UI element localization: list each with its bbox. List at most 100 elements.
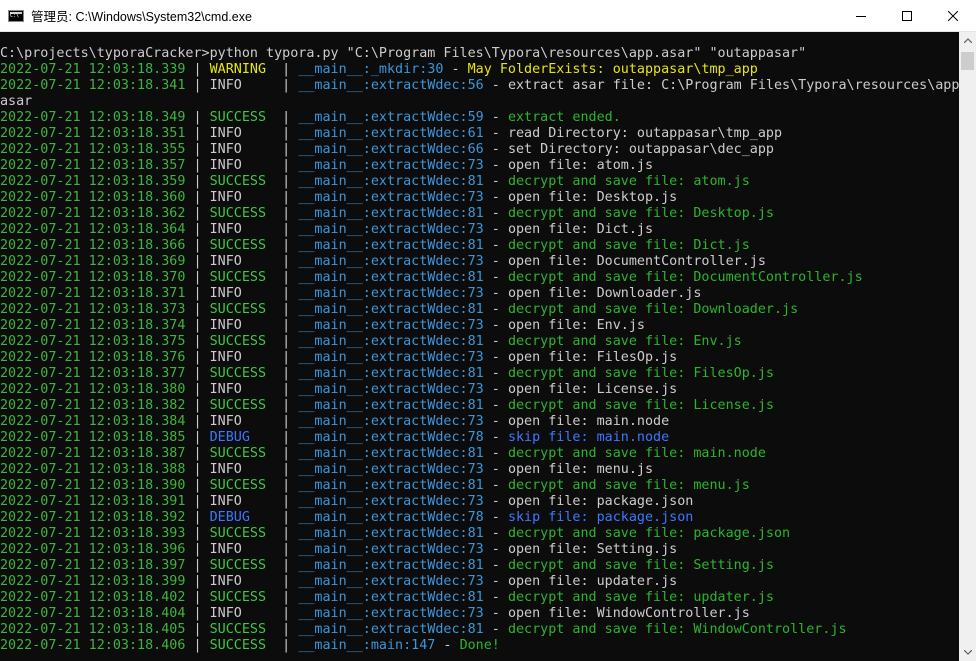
log-timestamp: 2022-07-21 12:03:18.366 [0,238,186,253]
log-message: extract ended. [507,110,621,125]
log-dash: - [483,462,508,477]
log-timestamp: 2022-07-21 12:03:18.385 [0,430,186,445]
log-message: skip file: package.json [507,510,694,525]
log-line: 2022-07-21 12:03:18.374 | INFO | __main_… [0,318,959,334]
log-separator: | [185,222,210,237]
scroll-up-button[interactable] [959,32,976,49]
log-module: __main__:extractWdec:73 [298,318,484,333]
log-separator: | [185,126,210,141]
log-separator: | [274,78,299,93]
log-line: 2022-07-21 12:03:18.357 | INFO | __main_… [0,158,959,174]
log-module: __main__:extractWdec:73 [298,190,484,205]
log-timestamp: 2022-07-21 12:03:18.387 [0,446,186,461]
log-dash: - [483,414,508,429]
log-module: __main__:extractWdec:81 [298,270,484,285]
log-message: decrypt and save file: Downloader.js [507,302,799,317]
log-separator: | [274,526,299,541]
log-dash: - [443,62,468,77]
log-module: __main__:extractWdec:73 [298,350,484,365]
minimize-button[interactable] [838,0,884,32]
log-dash: - [483,270,508,285]
log-separator: | [274,638,299,653]
log-dash: - [483,174,508,189]
log-message: decrypt and save file: updater.js [507,590,774,605]
log-module: __main__:extractWdec:73 [298,158,484,173]
log-separator: | [185,430,210,445]
log-level: INFO [209,78,275,93]
log-timestamp: 2022-07-21 12:03:18.371 [0,286,186,301]
log-separator: | [185,318,210,333]
title-bar[interactable]: 管理员: C:\Windows\System32\cmd.exe [0,0,976,32]
log-dash: - [483,526,508,541]
log-message: decrypt and save file: package.json [507,526,791,541]
log-timestamp: 2022-07-21 12:03:18.351 [0,126,186,141]
log-module: __main__:extractWdec:81 [298,446,484,461]
log-module: __main__:extractWdec:73 [298,382,484,397]
log-line: 2022-07-21 12:03:18.392 | DEBUG | __main… [0,510,959,526]
log-dash: - [483,350,508,365]
log-dash: - [483,574,508,589]
log-dash: - [483,238,508,253]
log-level: SUCCESS [209,334,275,349]
log-timestamp: 2022-07-21 12:03:18.393 [0,526,186,541]
log-separator: | [185,606,210,621]
chevron-down-icon [963,650,972,655]
log-separator: | [185,366,210,381]
scroll-thumb[interactable] [961,52,974,70]
log-level: SUCCESS [209,526,275,541]
log-line: 2022-07-21 12:03:18.384 | INFO | __main_… [0,414,959,430]
log-level: INFO [209,318,275,333]
log-separator: | [185,110,210,125]
log-dash: - [483,126,508,141]
log-line: 2022-07-21 12:03:18.371 | INFO | __main_… [0,286,959,302]
log-dash: - [483,510,508,525]
log-level: INFO [209,494,275,509]
log-message: decrypt and save file: WindowController.… [507,622,847,637]
log-separator: | [185,462,210,477]
log-level: INFO [209,158,275,173]
log-separator: | [185,558,210,573]
log-separator: | [274,302,299,317]
log-level: INFO [209,126,275,141]
log-separator: | [185,510,210,525]
close-button[interactable] [930,0,976,32]
log-level: SUCCESS [209,446,275,461]
log-module: __main__:extractWdec:73 [298,286,484,301]
log-module: __main__:extractWdec:78 [298,510,484,525]
log-timestamp: 2022-07-21 12:03:18.349 [0,110,186,125]
log-level: SUCCESS [209,110,275,125]
vertical-scrollbar[interactable] [959,32,976,661]
log-level: INFO [209,254,275,269]
log-separator: | [185,158,210,173]
log-module: __main__:extractWdec:81 [298,398,484,413]
log-separator: | [274,446,299,461]
log-dash: - [483,558,508,573]
log-separator: | [274,398,299,413]
log-timestamp: 2022-07-21 12:03:18.357 [0,158,186,173]
log-timestamp: 2022-07-21 12:03:18.382 [0,398,186,413]
log-message: open file: atom.js [507,158,654,173]
log-message: open file: Dict.js [507,222,654,237]
log-line: 2022-07-21 12:03:18.362 | SUCCESS | __ma… [0,206,959,222]
log-separator: | [185,270,210,285]
scroll-down-button[interactable] [959,644,976,661]
log-message: open file: WindowController.js [507,606,750,621]
log-level: SUCCESS [209,622,275,637]
log-message: Done! [459,638,500,653]
log-line: 2022-07-21 12:03:18.404 | INFO | __main_… [0,606,959,622]
log-message: decrypt and save file: FilesOp.js [507,366,774,381]
log-level: INFO [209,382,275,397]
log-separator: | [274,414,299,429]
log-message: open file: updater.js [507,574,678,589]
log-line: 2022-07-21 12:03:18.393 | SUCCESS | __ma… [0,526,959,542]
log-dash: - [483,366,508,381]
maximize-button[interactable] [884,0,930,32]
log-dash: - [483,606,508,621]
log-message: skip file: main.node [507,430,670,445]
log-timestamp: 2022-07-21 12:03:18.339 [0,62,186,77]
console-output[interactable]: C:\projects\typoraCracker>python typora.… [0,32,959,661]
log-dash: - [483,318,508,333]
log-level: SUCCESS [209,174,275,189]
log-separator: | [274,382,299,397]
log-module: __main__:extractWdec:81 [298,558,484,573]
